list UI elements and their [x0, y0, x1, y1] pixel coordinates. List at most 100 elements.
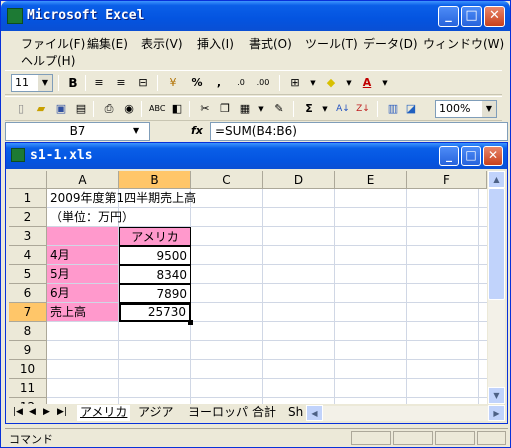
row-header-10[interactable]: 10 [9, 360, 47, 379]
sort-descending-icon[interactable]: Z↓ [355, 101, 371, 117]
cell-b7-active[interactable]: 25730 [119, 303, 191, 322]
align-center-icon[interactable]: ≡ [113, 75, 129, 91]
scroll-thumb[interactable] [488, 188, 505, 300]
menu-tools[interactable]: ツール(T) [305, 35, 358, 52]
close-button[interactable]: ✕ [484, 6, 505, 27]
row-header-7[interactable]: 7 [9, 303, 47, 322]
fill-color-icon[interactable]: ◆ [323, 75, 339, 91]
print-preview-icon[interactable]: ◉ [121, 101, 137, 117]
minimize-button[interactable]: _ [438, 6, 459, 27]
column-header-a[interactable]: A [47, 171, 119, 189]
chevron-down-icon[interactable]: ▼ [253, 101, 269, 117]
percent-button[interactable]: % [189, 75, 205, 91]
menu-view[interactable]: 表示(V) [141, 35, 183, 52]
spelling-icon[interactable]: ABC [149, 101, 165, 117]
cell-b4[interactable]: 9500 [119, 246, 191, 265]
chevron-down-icon[interactable]: ▼ [377, 75, 393, 91]
sheet-tab-asia[interactable]: アジア [135, 405, 177, 421]
workbook-close-button[interactable]: ✕ [483, 146, 503, 166]
chevron-down-icon[interactable]: ▼ [341, 75, 357, 91]
chevron-down-icon[interactable]: ▼ [133, 126, 139, 135]
currency-icon[interactable]: ¥ [165, 75, 181, 91]
research-icon[interactable]: ◧ [169, 101, 185, 117]
comma-button[interactable]: , [211, 75, 227, 91]
cell-a1[interactable]: 2009年度第1四半期売上高 [47, 189, 196, 208]
next-sheet-icon[interactable]: ▶ [43, 407, 50, 417]
sheet-tab-total[interactable]: 合計 [249, 405, 279, 421]
menu-help[interactable]: ヘルプ(H) [21, 52, 75, 69]
vertical-scrollbar[interactable]: ▲ ▼ [488, 171, 505, 404]
maximize-button[interactable]: □ [461, 6, 482, 27]
row-header-12[interactable]: 12 [9, 398, 47, 404]
row-header-5[interactable]: 5 [9, 265, 47, 284]
column-header-b[interactable]: B [119, 171, 191, 189]
sheet-tab-more[interactable]: Sh [285, 405, 306, 421]
font-size-combo[interactable]: 11 ▼ [11, 74, 53, 92]
row-header-9[interactable]: 9 [9, 341, 47, 360]
print-icon[interactable]: ⎙ [101, 101, 117, 117]
chevron-down-icon[interactable]: ▼ [305, 75, 321, 91]
scroll-left-icon[interactable]: ◀ [306, 405, 323, 421]
cell-a4[interactable]: 4月 [47, 246, 119, 265]
copy-icon[interactable]: ❐ [217, 101, 233, 117]
merge-center-icon[interactable]: ⊟ [135, 75, 151, 91]
sheet-tab-europe[interactable]: ヨーロッパ [185, 405, 251, 421]
row-header-6[interactable]: 6 [9, 284, 47, 303]
scroll-down-icon[interactable]: ▼ [488, 387, 505, 404]
new-file-icon[interactable]: ▯ [13, 101, 29, 117]
row-header-11[interactable]: 11 [9, 379, 47, 398]
zoom-combo[interactable]: 100% ▼ [435, 100, 497, 118]
fill-handle[interactable] [188, 320, 193, 325]
menu-insert[interactable]: 挿入(I) [197, 35, 234, 52]
formula-input[interactable]: =SUM(B4:B6) [210, 122, 508, 141]
workbook-maximize-button[interactable]: □ [461, 146, 481, 166]
chevron-down-icon[interactable]: ▼ [317, 101, 333, 117]
chevron-down-icon[interactable]: ▼ [38, 75, 52, 91]
first-sheet-icon[interactable]: |◀ [13, 407, 23, 417]
row-header-4[interactable]: 4 [9, 246, 47, 265]
autosum-button[interactable]: Σ [301, 101, 317, 117]
borders-icon[interactable]: ⊞ [287, 75, 303, 91]
cut-icon[interactable]: ✂ [197, 101, 213, 117]
chart-wizard-icon[interactable]: ▥ [385, 101, 401, 117]
cell-a3[interactable] [47, 227, 119, 246]
row-header-8[interactable]: 8 [9, 322, 47, 341]
menu-edit[interactable]: 編集(E) [87, 35, 128, 52]
cell-b5[interactable]: 8340 [119, 265, 191, 284]
prev-sheet-icon[interactable]: ◀ [29, 407, 36, 417]
menu-window[interactable]: ウィンドウ(W) [423, 35, 504, 52]
name-box[interactable]: B7 [5, 122, 150, 141]
open-folder-icon[interactable]: ▰ [33, 101, 49, 117]
permission-icon[interactable]: ▤ [73, 101, 89, 117]
sort-ascending-icon[interactable]: A↓ [335, 101, 351, 117]
cell-a6[interactable]: 6月 [47, 284, 119, 303]
worksheet-grid[interactable]: A B C D E F 1 2 3 4 5 6 7 8 9 10 11 12 2… [9, 171, 487, 404]
cell-a7[interactable]: 売上高 [47, 303, 119, 322]
format-painter-icon[interactable]: ✎ [271, 101, 287, 117]
align-left-icon[interactable]: ≡ [91, 75, 107, 91]
drawing-icon[interactable]: ◪ [403, 101, 419, 117]
sheet-tab-america[interactable]: アメリカ [77, 405, 131, 421]
row-header-1[interactable]: 1 [9, 189, 47, 208]
column-header-e[interactable]: E [335, 171, 407, 189]
decrease-decimal-icon[interactable]: .00 [255, 75, 271, 91]
workbook-minimize-button[interactable]: _ [439, 146, 459, 166]
paste-icon[interactable]: ▦ [237, 101, 253, 117]
column-header-c[interactable]: C [191, 171, 263, 189]
bold-button[interactable]: B [65, 75, 81, 91]
column-header-d[interactable]: D [263, 171, 335, 189]
scroll-right-icon[interactable]: ▶ [488, 405, 505, 421]
select-all-corner[interactable] [9, 171, 47, 189]
column-header-f[interactable]: F [407, 171, 487, 189]
scroll-up-icon[interactable]: ▲ [488, 171, 505, 188]
cell-b3[interactable]: アメリカ [119, 227, 191, 246]
menu-format[interactable]: 書式(O) [249, 35, 292, 52]
menu-file[interactable]: ファイル(F) [21, 35, 85, 52]
horizontal-scrollbar[interactable]: ◀ ▶ [306, 405, 505, 421]
save-icon[interactable]: ▣ [53, 101, 69, 117]
cell-a2[interactable]: （単位：万円） [47, 208, 134, 227]
increase-decimal-icon[interactable]: .0 [233, 75, 249, 91]
insert-function-button[interactable]: fx [191, 124, 203, 137]
row-header-3[interactable]: 3 [9, 227, 47, 246]
cell-b6[interactable]: 7890 [119, 284, 191, 303]
